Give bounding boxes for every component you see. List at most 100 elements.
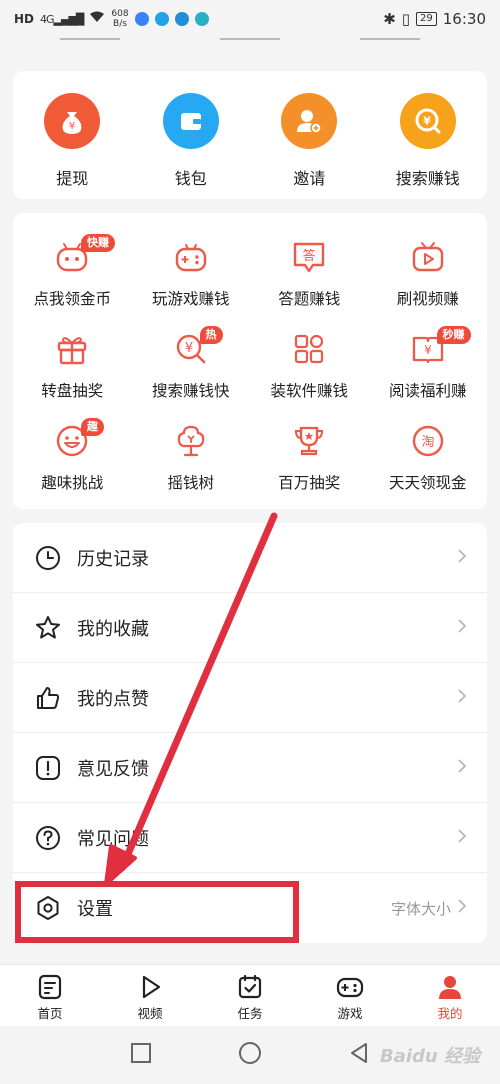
thumbs-up-icon — [35, 685, 61, 711]
history-row[interactable]: 历史记录 — [13, 523, 487, 593]
calendar-check-icon — [236, 973, 264, 1001]
invite-user-icon — [281, 93, 338, 149]
money-tree-icon — [171, 421, 211, 461]
question-icon — [35, 825, 61, 851]
earn-tasks-card: 点我领金币 快赚 玩游戏赚钱 答 答题赚钱 刷视频赚 转盘抽奖 ¥ 搜索赚钱快 … — [13, 213, 487, 509]
tab-label: 首页 — [37, 1006, 63, 1021]
svg-text:淘: 淘 — [421, 435, 434, 450]
task-label: 阅读福利赚 — [388, 382, 467, 400]
task-fun-challenge[interactable]: 趣味挑战 趣 — [13, 411, 132, 503]
task-label: 百万抽奖 — [278, 474, 341, 492]
tab-label: 任务 — [237, 1006, 263, 1021]
apps-grid-icon — [289, 329, 329, 369]
settings-label: 设置 — [77, 899, 113, 920]
chevron-right-icon — [457, 898, 467, 918]
clock-icon — [35, 545, 61, 571]
task-read-rewards[interactable]: ¥ 阅读福利赚 秒赚 — [369, 319, 488, 411]
back-button[interactable] — [348, 1042, 370, 1068]
chevron-right-icon — [457, 828, 467, 848]
likes-row[interactable]: 我的点赞 — [13, 663, 487, 733]
task-label: 转盘抽奖 — [41, 382, 104, 400]
task-label: 装软件赚钱 — [270, 382, 348, 400]
wallet-actions-card: ¥ 提现 钱包 邀请 ¥ 搜索赚钱 — [13, 71, 487, 199]
search-earn-label: 搜索赚钱 — [395, 169, 460, 188]
tab-label: 游戏 — [337, 1006, 363, 1021]
wallet-button[interactable]: 钱包 — [132, 71, 251, 199]
favorites-row[interactable]: 我的收藏 — [13, 593, 487, 663]
row-trailing — [457, 758, 467, 778]
signal-strength: 4G▂▄▆█ — [40, 12, 84, 26]
recents-button[interactable] — [130, 1042, 152, 1068]
task-get-coins[interactable]: 点我领金币 快赚 — [13, 227, 132, 319]
task-spin-wheel[interactable]: 转盘抽奖 — [13, 319, 132, 411]
row-trailing: 字体大小 — [391, 898, 467, 919]
task-label: 点我领金币 — [33, 290, 111, 308]
tab-mine[interactable]: 我的 — [400, 965, 500, 1026]
task-install-apps[interactable]: 装软件赚钱 — [250, 319, 369, 411]
task-search-earn-fast[interactable]: ¥ 搜索赚钱快 热 — [132, 319, 251, 411]
feedback-row[interactable]: 意见反馈 — [13, 733, 487, 803]
music-notification-icon — [154, 12, 169, 26]
task-answer-questions[interactable]: 答 答题赚钱 — [250, 227, 369, 319]
chevron-right-icon — [457, 688, 467, 708]
tab-home[interactable]: 首页 — [0, 965, 100, 1026]
hot-badge: 热 — [199, 326, 223, 344]
tab-video[interactable]: 视频 — [100, 965, 200, 1026]
invite-button[interactable]: 邀请 — [250, 71, 369, 199]
task-daily-cash[interactable]: 淘 天天领现金 — [369, 411, 488, 503]
task-money-tree[interactable]: 摇钱树 — [132, 411, 251, 503]
settings-row[interactable]: 设置 字体大小 — [13, 873, 487, 943]
withdraw-label: 提现 — [56, 169, 89, 188]
settings-list-card: 历史记录 我的收藏 我的点赞 意见反馈 常见问题 设置 字体大小 — [13, 523, 487, 943]
faq-row[interactable]: 常见问题 — [13, 803, 487, 873]
task-million-lottery[interactable]: 百万抽奖 — [250, 411, 369, 503]
task-row: 点我领金币 快赚 玩游戏赚钱 答 答题赚钱 刷视频赚 — [13, 227, 487, 319]
task-play-games[interactable]: 玩游戏赚钱 — [132, 227, 251, 319]
feedback-icon — [35, 755, 61, 781]
task-label: 玩游戏赚钱 — [151, 290, 230, 308]
scrolled-header-remnant — [60, 26, 440, 42]
svg-text:¥: ¥ — [69, 121, 75, 132]
wallet-label: 钱包 — [174, 169, 207, 188]
user-icon — [436, 973, 464, 1001]
battery-indicator: 29 — [416, 12, 437, 26]
font-size-hint: 字体大小 — [390, 899, 451, 918]
faq-label: 常见问题 — [77, 828, 149, 850]
clock-time: 16:30 — [442, 10, 486, 28]
task-label: 答题赚钱 — [278, 290, 341, 308]
task-label: 刷视频赚 — [396, 290, 459, 308]
star-icon — [35, 615, 61, 641]
tv-play-icon — [408, 237, 448, 277]
gift-box-icon — [52, 329, 92, 369]
app-notification-icon — [194, 12, 209, 26]
tab-label: 视频 — [137, 1006, 163, 1021]
task-label: 搜索赚钱快 — [151, 382, 230, 400]
gamepad-icon — [336, 973, 364, 1001]
svg-text:¥: ¥ — [185, 341, 193, 356]
svg-text:¥: ¥ — [423, 115, 431, 128]
money-bag-icon: ¥ — [44, 93, 101, 149]
trophy-icon — [289, 421, 329, 461]
task-row: 转盘抽奖 ¥ 搜索赚钱快 热 装软件赚钱 ¥ 阅读福利赚 秒赚 — [13, 319, 487, 411]
home-button[interactable] — [238, 1041, 262, 1069]
invite-label: 邀请 — [293, 169, 326, 188]
search-earn-button[interactable]: ¥ 搜索赚钱 — [369, 71, 488, 199]
chevron-right-icon — [457, 618, 467, 638]
task-label: 天天领现金 — [388, 474, 467, 492]
bottom-tab-bar: 首页 视频 任务 游戏 我的 — [0, 964, 500, 1026]
tab-label: 我的 — [437, 1006, 463, 1021]
row-trailing — [457, 688, 467, 708]
tab-games[interactable]: 游戏 — [300, 965, 400, 1026]
answer-bubble-icon: 答 — [289, 237, 329, 277]
app-notification-icon — [134, 12, 149, 26]
signal-label: 4G — [40, 12, 54, 26]
home-doc-icon — [36, 973, 64, 1001]
task-watch-videos[interactable]: 刷视频赚 — [369, 227, 488, 319]
withdraw-button[interactable]: ¥ 提现 — [13, 71, 132, 199]
likes-label: 我的点赞 — [77, 688, 149, 710]
tab-tasks[interactable]: 任务 — [200, 965, 300, 1026]
search-coin-icon: ¥ — [399, 93, 456, 149]
chevron-right-icon — [457, 548, 467, 568]
settings-icon — [35, 895, 61, 921]
taobao-coin-icon: 淘 — [408, 421, 448, 461]
